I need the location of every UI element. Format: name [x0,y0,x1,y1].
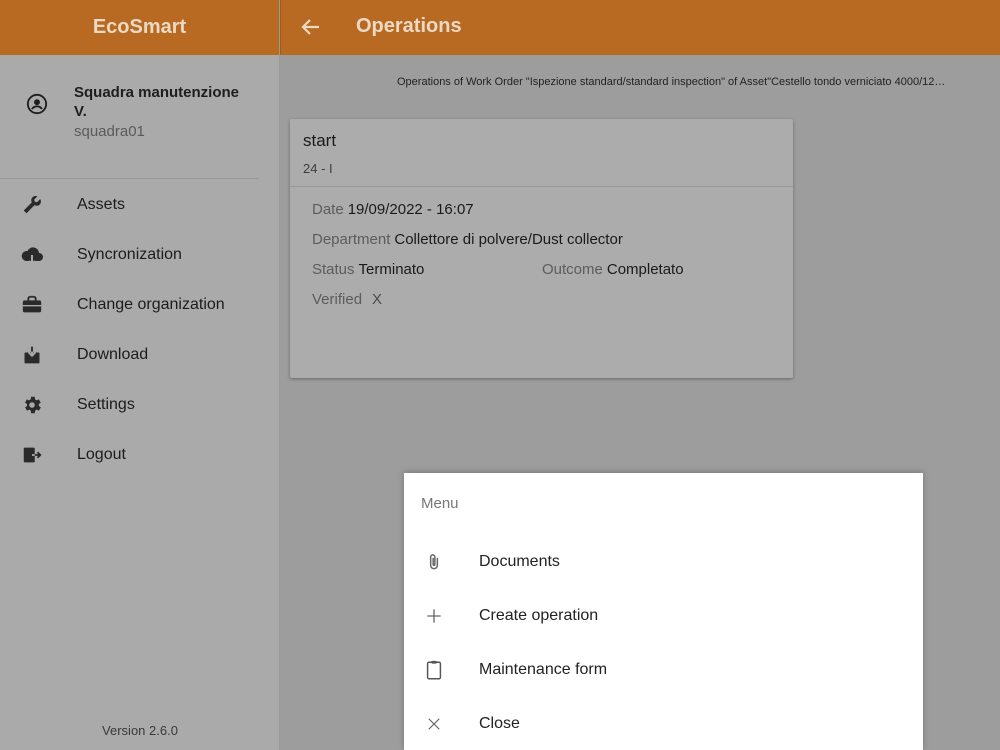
app-version: Version 2.6.0 [102,723,178,738]
date-label: Date [312,201,344,218]
sidebar-item-label: Settings [77,396,135,413]
department-label: Department [312,231,391,248]
user-name: Squadra manutenzione V. [74,84,240,120]
menu-item-label: Close [479,715,520,732]
sidebar-item-label: Syncronization [77,246,182,263]
sidebar-item-assets[interactable]: Assets [0,180,280,230]
operation-title: start [303,131,337,150]
operation-card[interactable]: start 24 - I Date 19/09/2022 - 16:07 Depa… [290,119,793,378]
cloud-sync-icon [20,243,44,267]
briefcase-icon [20,293,44,317]
plus-icon [422,604,446,628]
arrow-back-icon[interactable] [299,15,323,39]
sidebar-item-settings[interactable]: Settings [0,380,280,430]
outcome-value: Completato [606,261,684,278]
top-app-bar: Operations [280,0,1000,55]
work-order-subtitle: Operations of Work Order "Ispezione stan… [397,76,946,88]
menu-item-label: Maintenance form [479,661,608,678]
user-id: squadra01 [74,123,145,140]
card-divider [290,186,793,187]
status-label: Status [312,261,355,278]
status-value: Terminato [358,261,425,278]
wrench-icon [20,193,44,217]
user-profile: Squadra manutenzione V. squadra01 [0,55,259,179]
sidebar-item-label: Change organization [77,296,225,313]
account-circle-icon [26,93,48,115]
status-field: Status Terminato [312,261,424,278]
sidebar: EcoSmart Squadra manutenzione V. squadra… [0,0,280,750]
menu-item-label: Documents [479,553,560,570]
sidebar-item-download[interactable]: Download [0,330,280,380]
department-field: Department Collettore di polvere/Dust col… [312,231,623,248]
sidebar-nav: Assets Syncronization Change organizatio… [0,180,280,480]
menu-header: Menu [421,495,459,512]
date-field: Date 19/09/2022 - 16:07 [312,201,474,218]
department-value: Collettore di polvere/Dust collector [394,231,623,248]
verified-field: Verified X [312,291,382,308]
sidebar-item-logout[interactable]: Logout [0,430,280,480]
menu-item-maintenance-form[interactable]: Maintenance form [404,643,923,697]
outcome-field: Outcome Completato [542,261,684,278]
verified-value: X [372,291,383,308]
sidebar-item-label: Assets [77,196,126,213]
verified-label: Verified [312,291,363,308]
gear-icon [20,393,44,417]
menu-item-create-operation[interactable]: Create operation [404,589,923,643]
menu-item-close[interactable]: Close [404,697,923,750]
menu-item-documents[interactable]: Documents [404,535,923,589]
app-brand: EcoSmart [92,16,187,38]
clipboard-icon [422,658,446,682]
sidebar-item-label: Logout [77,446,126,463]
logout-icon [20,443,44,467]
sidebar-item-change-organization[interactable]: Change organization [0,280,280,330]
download-icon [20,343,44,367]
close-icon [422,712,446,736]
menu-item-label: Create operation [479,607,599,624]
action-menu: Menu Documents Create operation Maintena… [404,473,923,750]
operation-code: 24 - I [303,161,333,176]
paperclip-icon [422,550,446,574]
outcome-label: Outcome [542,261,603,278]
sidebar-item-label: Download [77,346,149,363]
sidebar-header: EcoSmart [0,0,279,55]
page-title: Operations [356,15,462,37]
date-value: 19/09/2022 - 16:07 [347,201,474,218]
sidebar-item-syncronization[interactable]: Syncronization [0,230,280,280]
